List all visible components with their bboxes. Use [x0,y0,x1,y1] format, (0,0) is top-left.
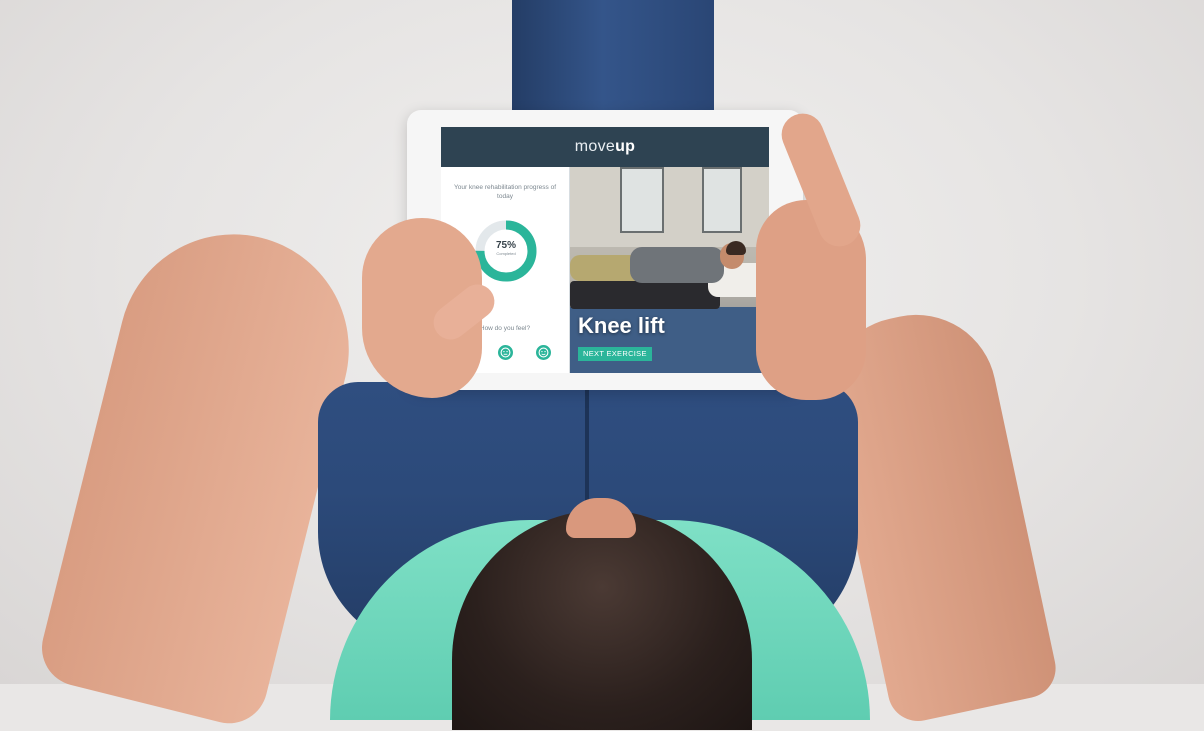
app-header: moveup [441,127,769,167]
neutral-face-icon[interactable] [497,345,513,360]
exercise-title: Knee lift [578,313,665,338]
progress-ring-label: 75% Completed [474,240,538,256]
brand-logo-light: move [574,138,616,155]
patient-torso [630,247,724,283]
app-screen: moveup Your knee rehabilitation progress… [441,127,769,373]
video-window-1 [620,167,664,233]
happy-face-icon[interactable] [536,345,551,360]
exercise-video[interactable]: Knee lift NEXT EXERCISE [570,167,769,373]
brand-logo: moveup [575,138,635,156]
patient-hair [726,241,746,255]
progress-percent: 75% [495,240,516,251]
progress-sub-label: Completed [496,251,516,256]
brand-logo-bold: up [615,138,636,155]
treatment-bench [570,281,720,309]
progress-title: Your knee rehabilitation progress of tod… [453,184,557,200]
next-exercise-button[interactable]: NEXT EXERCISE [578,347,652,361]
video-window-2 [702,167,742,233]
